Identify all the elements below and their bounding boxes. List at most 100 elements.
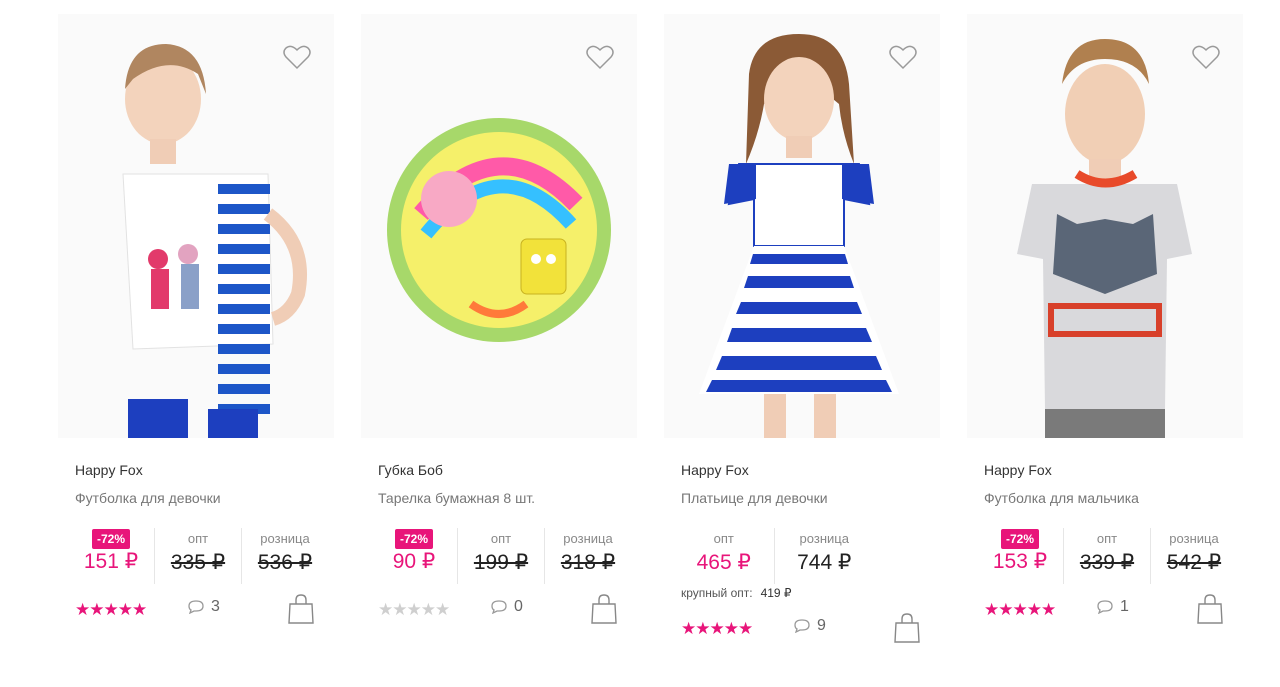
sale-price: 90 ₽ (392, 550, 436, 573)
product-card[interactable]: Happy Fox Футболка для мальчика -72% 153… (967, 0, 1267, 687)
cart-icon[interactable] (893, 613, 921, 643)
opt-price-col: опт 339 ₽ (1063, 528, 1150, 584)
card-footer: ★★★★★ 9 (681, 613, 941, 643)
rating-stars: ★★★★★ (681, 619, 753, 639)
opt-label: опт (187, 531, 209, 546)
star-icon: ★ (420, 600, 436, 619)
product-image[interactable] (664, 14, 940, 438)
sale-price-col: -72% 90 ₽ (371, 528, 457, 584)
star-icon: ★ (435, 600, 450, 619)
retail-label: розница (260, 531, 310, 546)
opt-price: 199 ₽ (473, 551, 529, 574)
card-footer: ★★★★★ 0 (378, 594, 638, 624)
comment-icon (1097, 600, 1113, 614)
opt-price-col: опт 465 ₽ (674, 528, 774, 584)
opt-price: 335 ₽ (170, 551, 226, 574)
retail-price-col: розница 542 ₽ (1150, 528, 1237, 584)
heart-icon[interactable] (585, 44, 615, 70)
product-brand[interactable]: Happy Fox (984, 462, 1052, 478)
heart-icon[interactable] (282, 44, 312, 70)
product-title[interactable]: Тарелка бумажная 8 шт. (378, 490, 535, 506)
star-icon: ★ (1026, 600, 1042, 619)
opt-label: опт (490, 531, 512, 546)
star-icon: ★ (103, 600, 119, 619)
retail-label: розница (799, 531, 849, 546)
retail-price: 318 ₽ (560, 551, 616, 574)
sale-price-col: -72% 151 ₽ (68, 528, 154, 584)
card-footer: ★★★★★ 3 (75, 594, 335, 624)
cart-icon[interactable] (1196, 594, 1224, 624)
heart-icon[interactable] (888, 44, 918, 70)
discount-badge: -72% (91, 529, 130, 549)
product-title[interactable]: Футболка для мальчика (984, 490, 1139, 506)
star-icon: ★ (681, 619, 696, 638)
product-image[interactable] (361, 14, 637, 438)
reviews-number: 0 (514, 598, 523, 615)
opt-price: 465 ₽ (696, 551, 751, 574)
sale-price: 153 ₽ (992, 550, 1048, 573)
opt-label: опт (1096, 531, 1118, 546)
discount-badge: -72% (394, 529, 433, 549)
reviews-number: 1 (1120, 598, 1129, 615)
product-card[interactable]: Happy Fox Платьице для девочки опт 465 ₽… (664, 0, 964, 687)
bulk-label: крупный опт: (681, 586, 753, 600)
cart-icon[interactable] (287, 594, 315, 624)
star-icon: ★ (738, 619, 753, 638)
comment-icon (188, 600, 204, 614)
star-icon: ★ (998, 600, 1013, 619)
reviews-count[interactable]: 3 (187, 598, 220, 616)
star-icon: ★ (723, 619, 739, 638)
rating-stars: ★★★★★ (75, 600, 147, 620)
product-image[interactable] (58, 14, 334, 438)
product-brand[interactable]: Happy Fox (75, 462, 143, 478)
comment-icon (491, 600, 507, 614)
product-grid: Happy Fox Футболка для девочки -72% 151 … (0, 0, 1280, 687)
star-icon: ★ (406, 600, 422, 619)
product-title[interactable]: Футболка для девочки (75, 490, 221, 506)
heart-icon[interactable] (1191, 44, 1221, 70)
retail-price: 536 ₽ (257, 551, 313, 574)
product-card[interactable]: Губка Боб Тарелка бумажная 8 шт. -72% 90… (361, 0, 661, 687)
star-icon: ★ (132, 600, 147, 619)
star-icon: ★ (709, 619, 725, 638)
opt-price: 339 ₽ (1079, 551, 1135, 574)
star-icon: ★ (392, 600, 407, 619)
retail-price: 542 ₽ (1166, 551, 1222, 574)
product-image[interactable] (967, 14, 1243, 438)
product-brand[interactable]: Губка Боб (378, 462, 443, 478)
bulk-value: 419 ₽ (760, 586, 792, 600)
retail-label: розница (1169, 531, 1219, 546)
star-icon: ★ (89, 600, 104, 619)
product-card[interactable]: Happy Fox Футболка для девочки -72% 151 … (58, 0, 358, 687)
star-icon: ★ (75, 600, 90, 619)
price-block: -72% 151 ₽ опт 335 ₽ розница 536 ₽ (68, 528, 328, 584)
star-icon: ★ (984, 600, 999, 619)
card-footer: ★★★★★ 1 (984, 594, 1244, 624)
star-icon: ★ (378, 600, 393, 619)
sale-price: 151 ₽ (83, 550, 139, 573)
reviews-number: 3 (211, 598, 220, 615)
comment-icon (794, 619, 810, 633)
retail-price: 744 ₽ (797, 551, 852, 574)
rating-stars: ★★★★★ (378, 600, 450, 620)
retail-label: розница (563, 531, 613, 546)
star-icon: ★ (1012, 600, 1028, 619)
product-title[interactable]: Платьице для девочки (681, 490, 828, 506)
reviews-count[interactable]: 0 (490, 598, 523, 616)
cart-icon[interactable] (590, 594, 618, 624)
reviews-count[interactable]: 9 (793, 617, 826, 635)
rating-stars: ★★★★★ (984, 600, 1056, 620)
opt-price-col: опт 335 ₽ (154, 528, 241, 584)
price-block: -72% 90 ₽ опт 199 ₽ розница 318 ₽ (371, 528, 631, 584)
opt-label: опт (713, 531, 734, 546)
opt-price-col: опт 199 ₽ (457, 528, 544, 584)
product-brand[interactable]: Happy Fox (681, 462, 749, 478)
retail-price-col: розница 744 ₽ (773, 528, 875, 584)
reviews-number: 9 (817, 617, 826, 634)
retail-price-col: розница 318 ₽ (544, 528, 631, 584)
retail-price-col: розница 536 ₽ (241, 528, 328, 584)
price-block: -72% 153 ₽ опт 339 ₽ розница 542 ₽ (977, 528, 1237, 584)
star-icon: ★ (695, 619, 710, 638)
bulk-price: крупный опт: 419 ₽ (681, 586, 792, 600)
reviews-count[interactable]: 1 (1096, 598, 1129, 616)
